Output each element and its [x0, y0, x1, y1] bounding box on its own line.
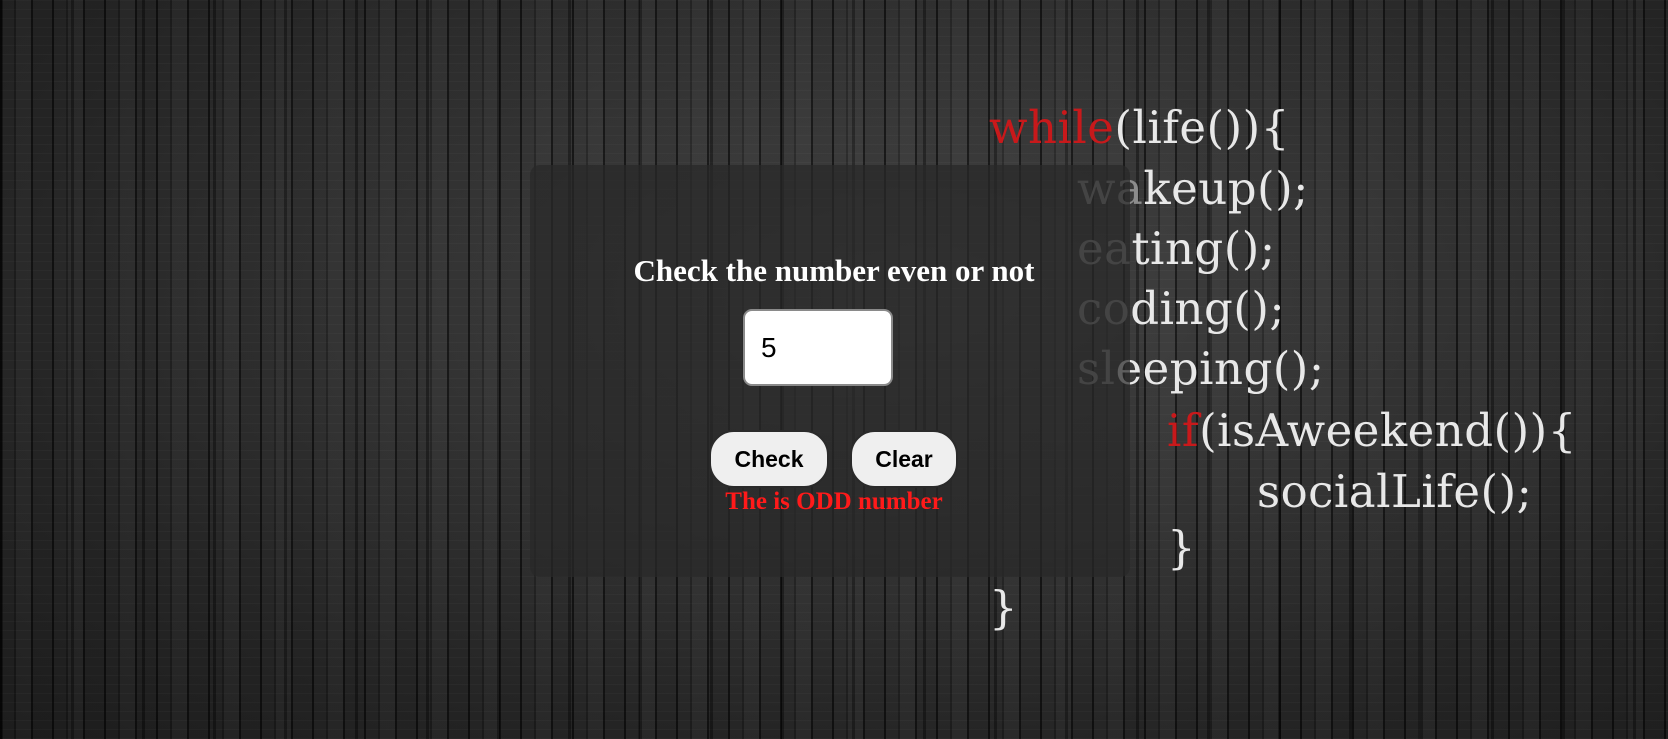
- code-line-close-if: }: [1167, 521, 1197, 574]
- code-line-sociallife: socialLife();: [1257, 465, 1533, 518]
- number-input[interactable]: [743, 309, 893, 386]
- code-text: ding();: [1130, 282, 1286, 335]
- code-text: ting();: [1131, 222, 1276, 275]
- code-line-close-while: }: [989, 581, 1019, 634]
- code-line-while: while(life()){: [989, 105, 1290, 150]
- clear-button[interactable]: Clear: [850, 430, 958, 488]
- code-text: keup();: [1143, 162, 1309, 215]
- code-line-if: if(isAweekend()){: [1167, 408, 1577, 453]
- code-text: (life()){: [1114, 101, 1290, 154]
- form-title: Check the number even or not: [633, 253, 1035, 288]
- code-keyword: if: [1167, 404, 1200, 457]
- code-text: eeping();: [1115, 342, 1325, 395]
- check-button[interactable]: Check: [709, 430, 829, 488]
- code-text: (isAweekend()){: [1199, 404, 1577, 457]
- result-message: The is ODD number: [725, 488, 943, 515]
- code-keyword: while: [989, 101, 1115, 154]
